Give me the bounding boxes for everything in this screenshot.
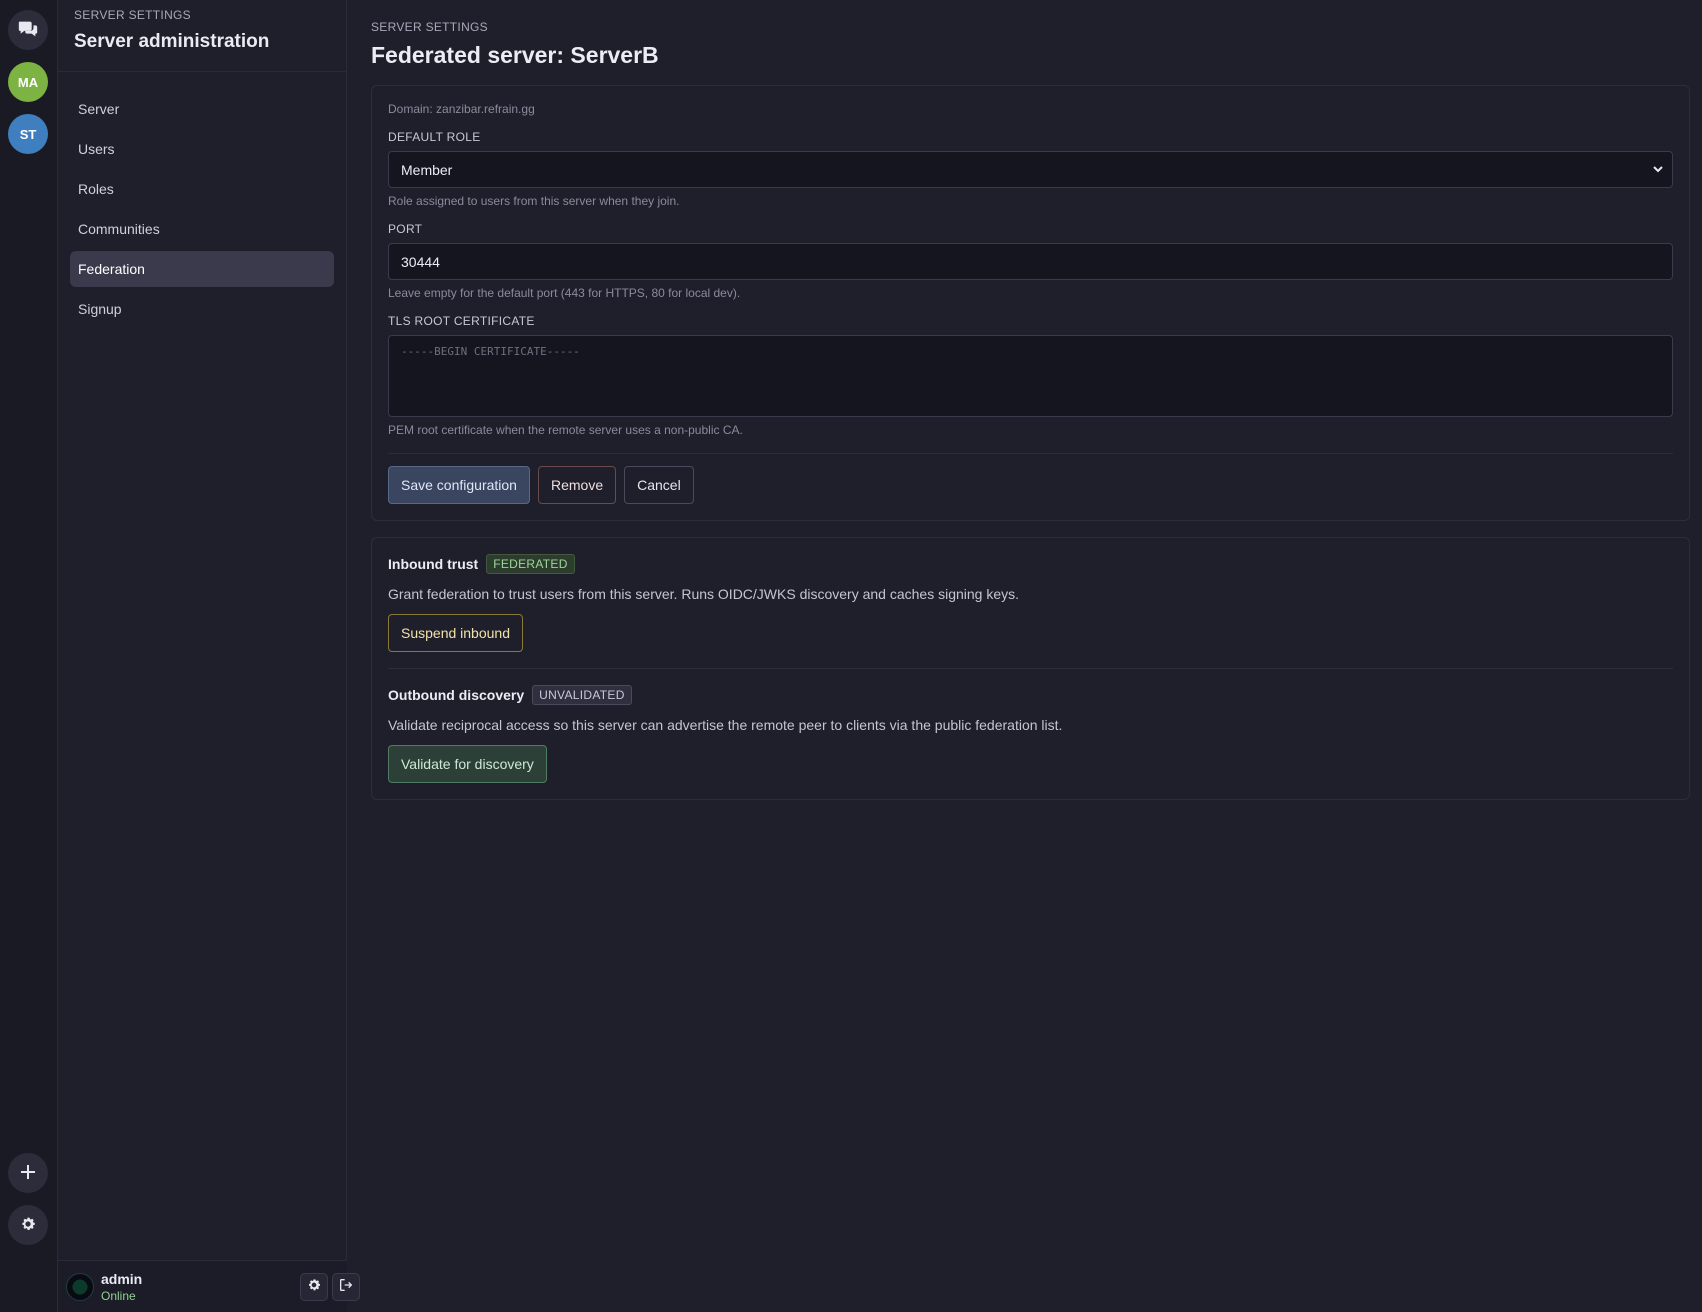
tls-help: PEM root certificate when the remote ser…	[388, 423, 743, 437]
default-role-help: Role assigned to users from this server …	[388, 194, 680, 208]
section-divider	[388, 668, 1673, 669]
port-label: PORT	[388, 222, 423, 236]
divider	[388, 453, 1673, 454]
nav-item-users[interactable]: Users	[70, 131, 334, 167]
port-input[interactable]: 30444	[388, 243, 1673, 280]
rail-settings-button[interactable]	[8, 1205, 48, 1245]
trust-card: Inbound trust FEDERATED Grant federation…	[371, 537, 1690, 800]
user-settings-button[interactable]	[300, 1273, 328, 1301]
nav-item-server[interactable]: Server	[70, 91, 334, 127]
nav-item-federation[interactable]: Federation	[70, 251, 334, 287]
settings-nav: Server Users Roles Communities Federatio…	[58, 72, 346, 327]
plus-icon	[19, 1163, 37, 1184]
inbound-header: Inbound trust FEDERATED	[388, 554, 1673, 574]
tls-placeholder: -----BEGIN CERTIFICATE-----	[401, 345, 580, 358]
user-bar: admin Online	[58, 1260, 360, 1312]
remove-button[interactable]: Remove	[537, 466, 617, 504]
inbound-title: Inbound trust	[388, 556, 479, 572]
inbound-description: Grant federation to trust users from thi…	[388, 586, 1020, 602]
user-name: admin	[101, 1270, 143, 1287]
page-kicker: SERVER SETTINGS	[371, 20, 488, 34]
user-meta: admin Online	[101, 1271, 142, 1303]
server-rail: MA ST	[0, 0, 58, 1312]
page-title: Federated server: ServerB	[371, 42, 659, 68]
user-status: Online	[101, 1288, 136, 1303]
cancel-button[interactable]: Cancel	[624, 466, 694, 504]
default-role-label: DEFAULT ROLE	[388, 130, 481, 144]
avatar[interactable]	[66, 1272, 94, 1301]
nav-item-roles[interactable]: Roles	[70, 171, 334, 207]
validate-discovery-button[interactable]: Validate for discovery	[388, 745, 547, 783]
main-content: SERVER SETTINGS Federated server: Server…	[347, 0, 1702, 1312]
action-buttons: Save configuration Remove Cancel	[388, 466, 1673, 504]
nav-item-communities[interactable]: Communities	[70, 211, 334, 247]
app-root: MA ST SERVER SETTINGS Server administrat…	[0, 0, 1702, 1312]
nav-item-signup[interactable]: Signup	[70, 291, 334, 327]
sidebar-header: SERVER SETTINGS Server administration	[58, 0, 346, 72]
gear-icon	[306, 1277, 322, 1298]
server-icon-ma[interactable]: MA	[8, 62, 48, 102]
chevron-down-icon	[1650, 161, 1666, 180]
default-role-value: Member	[401, 161, 453, 178]
chat-bubbles-icon	[17, 18, 39, 43]
outbound-description: Validate reciprocal access so this serve…	[388, 717, 1063, 733]
config-card: Domain: zanzibar.refrain.gg DEFAULT ROLE…	[371, 85, 1690, 521]
domain-text: Domain: zanzibar.refrain.gg	[388, 102, 535, 116]
status-badge-unvalidated: UNVALIDATED	[532, 685, 632, 705]
sidebar-kicker: SERVER SETTINGS	[74, 8, 191, 22]
gear-icon	[19, 1215, 37, 1236]
server-icon-st[interactable]: ST	[8, 114, 48, 154]
home-button[interactable]	[8, 10, 48, 50]
port-value: 30444	[401, 253, 440, 270]
port-help: Leave empty for the default port (443 fo…	[388, 286, 741, 300]
save-configuration-button[interactable]: Save configuration	[388, 466, 530, 504]
tls-label: TLS ROOT CERTIFICATE	[388, 314, 535, 328]
outbound-title: Outbound discovery	[388, 687, 525, 703]
settings-sidebar: SERVER SETTINGS Server administration Se…	[58, 0, 360, 1312]
tls-certificate-textarea[interactable]: -----BEGIN CERTIFICATE-----	[388, 335, 1673, 417]
suspend-inbound-button[interactable]: Suspend inbound	[388, 614, 523, 652]
status-badge-federated: FEDERATED	[486, 554, 575, 574]
sidebar-title: Server administration	[74, 31, 270, 52]
default-role-select[interactable]: Member	[388, 151, 1673, 188]
outbound-header: Outbound discovery UNVALIDATED	[388, 685, 1673, 705]
add-server-button[interactable]	[8, 1153, 48, 1193]
